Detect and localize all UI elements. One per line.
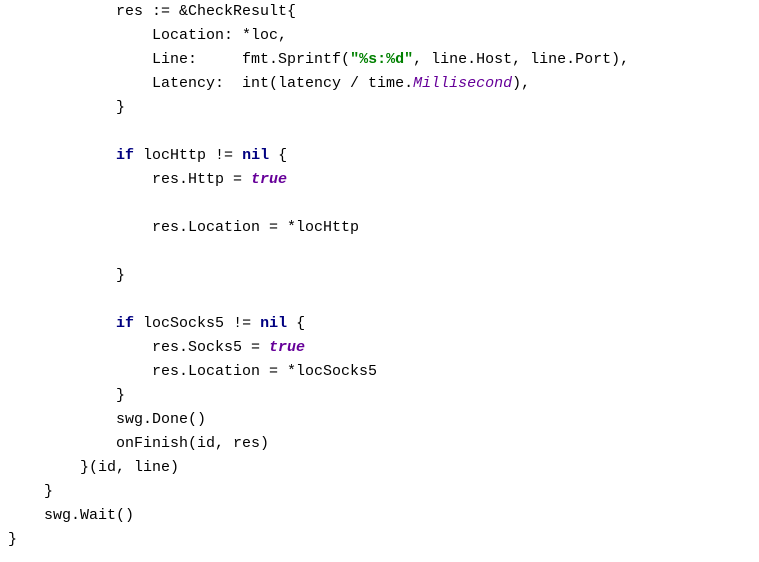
code-token: if [116, 315, 134, 332]
code-token: Millisecond [413, 75, 512, 92]
code-token: nil [242, 147, 269, 164]
code-token: "%s:%d" [350, 51, 413, 68]
code-token: if [116, 147, 134, 164]
code-token: nil [260, 315, 287, 332]
code-block: res := &CheckResult{ Location: *loc, Lin… [0, 0, 759, 552]
code-token: true [269, 339, 305, 356]
code-token: true [251, 171, 287, 188]
